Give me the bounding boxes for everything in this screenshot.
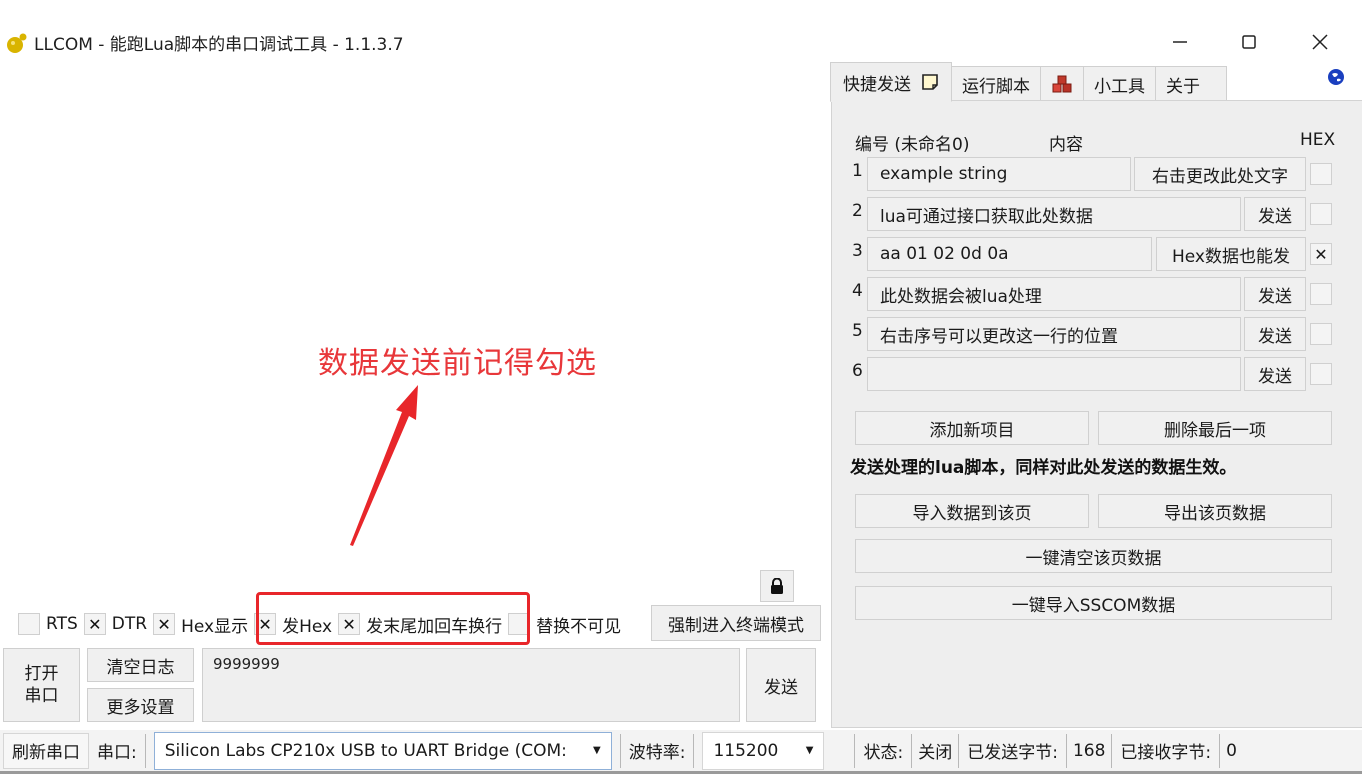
row-hex-checkbox[interactable]	[1310, 323, 1332, 345]
row-send-button[interactable]: 发送	[1244, 277, 1306, 311]
right-panel-tabs: 快捷发送 运行脚本 小工具 关于	[830, 62, 1227, 102]
row-content-input[interactable]	[867, 357, 1241, 391]
open-port-label-line1: 打开	[24, 664, 59, 684]
row-number[interactable]: 1	[852, 161, 863, 181]
annotation-text: 数据发送前记得勾选	[318, 346, 597, 381]
open-port-button[interactable]: 打开 串口	[3, 648, 80, 722]
hex-display-checkbox[interactable]: ✕	[153, 613, 176, 635]
row-send-button[interactable]: 发送	[1244, 197, 1306, 231]
llcom-logo-icon	[7, 33, 27, 53]
baud-rate-value: 115200	[713, 740, 779, 761]
tab-plugins[interactable]	[1040, 66, 1084, 102]
row-number[interactable]: 6	[852, 361, 863, 381]
row-send-button[interactable]: Hex数据也能发	[1156, 237, 1306, 271]
baud-rate-select[interactable]: 115200 ▼	[702, 731, 825, 770]
tab-quick-send[interactable]: 快捷发送	[830, 62, 952, 102]
more-settings-button[interactable]: 更多设置	[87, 688, 194, 722]
row-number[interactable]: 2	[852, 201, 863, 221]
lua-script-hint: 发送处理的lua脚本，同样对此处发送的数据生效。	[850, 458, 1237, 478]
row-send-button[interactable]: 发送	[1244, 357, 1306, 391]
clear-page-data-button[interactable]: 一键清空该页数据	[855, 539, 1332, 573]
tab-tools[interactable]: 小工具	[1083, 66, 1156, 102]
close-button[interactable]	[1300, 26, 1340, 58]
row-content-input[interactable]: aa 01 02 0d 0a	[867, 237, 1152, 271]
force-terminal-mode-button[interactable]: 强制进入终端模式	[651, 605, 821, 641]
hex-display-label: Hex显示	[181, 616, 249, 637]
chevron-down-icon: ▼	[593, 745, 601, 756]
rts-label: RTS	[46, 614, 78, 634]
received-bytes-label: 已接收字节:	[1120, 743, 1212, 763]
row-content-input[interactable]: 右击序号可以更改这一行的位置	[867, 317, 1241, 351]
row-hex-checkbox[interactable]	[1310, 283, 1332, 305]
add-item-button[interactable]: 添加新项目	[855, 411, 1089, 445]
row-hex-checkbox[interactable]	[1310, 163, 1332, 185]
annotation-highlight-box	[256, 592, 530, 645]
option-hex-display[interactable]: ✕ Hex显示	[153, 612, 248, 637]
sent-bytes-label: 已发送字节:	[967, 743, 1058, 763]
title-bar: LLCOM - 能跑Lua脚本的串口调试工具 - 1.1.3.7	[0, 22, 1362, 62]
cubes-icon	[1052, 75, 1072, 92]
chevron-down-icon: ▼	[805, 745, 814, 756]
minimize-icon	[1173, 41, 1187, 43]
tab-quick-send-label: 快捷发送	[843, 74, 911, 95]
baud-label: 波特率:	[628, 743, 686, 763]
state-value: 关闭	[918, 743, 953, 763]
row-number[interactable]: 5	[852, 321, 863, 341]
port-select-value: Silicon Labs CP210x USB to UART Bridge (…	[164, 740, 567, 761]
separator	[693, 733, 695, 768]
tab-about[interactable]: 关于	[1155, 66, 1227, 102]
row-content-input[interactable]: lua可通过接口获取此处数据	[867, 197, 1241, 231]
maximize-button[interactable]	[1229, 26, 1269, 58]
dtr-checkbox[interactable]: ✕	[83, 613, 106, 635]
maximize-icon	[1242, 35, 1256, 49]
export-page-data-button[interactable]: 导出该页数据	[1098, 494, 1332, 528]
note-icon	[922, 74, 938, 90]
separator	[144, 733, 146, 768]
port-label: 串口:	[97, 743, 137, 763]
row-number[interactable]: 4	[852, 281, 863, 301]
rts-checkbox[interactable]	[18, 613, 40, 635]
option-dtr[interactable]: ✕ DTR	[83, 613, 148, 635]
received-bytes-value: 0	[1226, 740, 1237, 761]
globe-icon[interactable]	[1327, 68, 1345, 86]
lock-scroll-button[interactable]	[760, 570, 794, 602]
import-page-data-button[interactable]: 导入数据到该页	[855, 494, 1089, 528]
row-content-input[interactable]: example string	[867, 157, 1131, 191]
sent-bytes-value: 168	[1072, 740, 1106, 761]
column-header-number: 编号 (未命名0)	[855, 135, 970, 155]
state-label: 状态:	[863, 743, 904, 763]
column-header-content: 内容	[1049, 135, 1083, 155]
lock-icon	[771, 578, 783, 594]
replace-invisible-label: 替换不可见	[536, 616, 622, 637]
send-data-input[interactable]: 9999999	[202, 648, 740, 722]
row-number[interactable]: 3	[852, 241, 863, 261]
tab-run-script[interactable]: 运行脚本	[951, 66, 1041, 102]
option-rts[interactable]: RTS	[18, 613, 78, 635]
row-hex-checkbox[interactable]	[1310, 203, 1332, 225]
status-bar: 刷新串口 串口: Silicon Labs CP210x USB to UART…	[0, 730, 1362, 774]
import-sscom-data-button[interactable]: 一键导入SSCOM数据	[855, 586, 1332, 620]
close-icon	[1312, 34, 1328, 50]
open-port-label-line2: 串口	[24, 686, 59, 706]
row-send-button[interactable]: 发送	[1244, 317, 1306, 351]
row-send-button[interactable]: 右击更改此处文字	[1134, 157, 1306, 191]
port-select[interactable]: Silicon Labs CP210x USB to UART Bridge (…	[153, 731, 612, 770]
window-title: LLCOM - 能跑Lua脚本的串口调试工具 - 1.1.3.7	[34, 35, 404, 55]
annotation-arrow-icon	[350, 385, 418, 546]
row-hex-checkbox[interactable]: ✕	[1310, 243, 1332, 265]
dtr-label: DTR	[111, 614, 148, 634]
row-content-input[interactable]: 此处数据会被lua处理	[867, 277, 1241, 311]
row-hex-checkbox[interactable]	[1310, 363, 1332, 385]
delete-last-item-button[interactable]: 删除最后一项	[1098, 411, 1332, 445]
column-header-hex: HEX	[1300, 130, 1336, 150]
clear-log-button[interactable]: 清空日志	[87, 648, 194, 682]
send-button[interactable]: 发送	[746, 648, 816, 722]
refresh-port-button[interactable]: 刷新串口	[3, 732, 89, 769]
minimize-button[interactable]	[1160, 26, 1200, 58]
